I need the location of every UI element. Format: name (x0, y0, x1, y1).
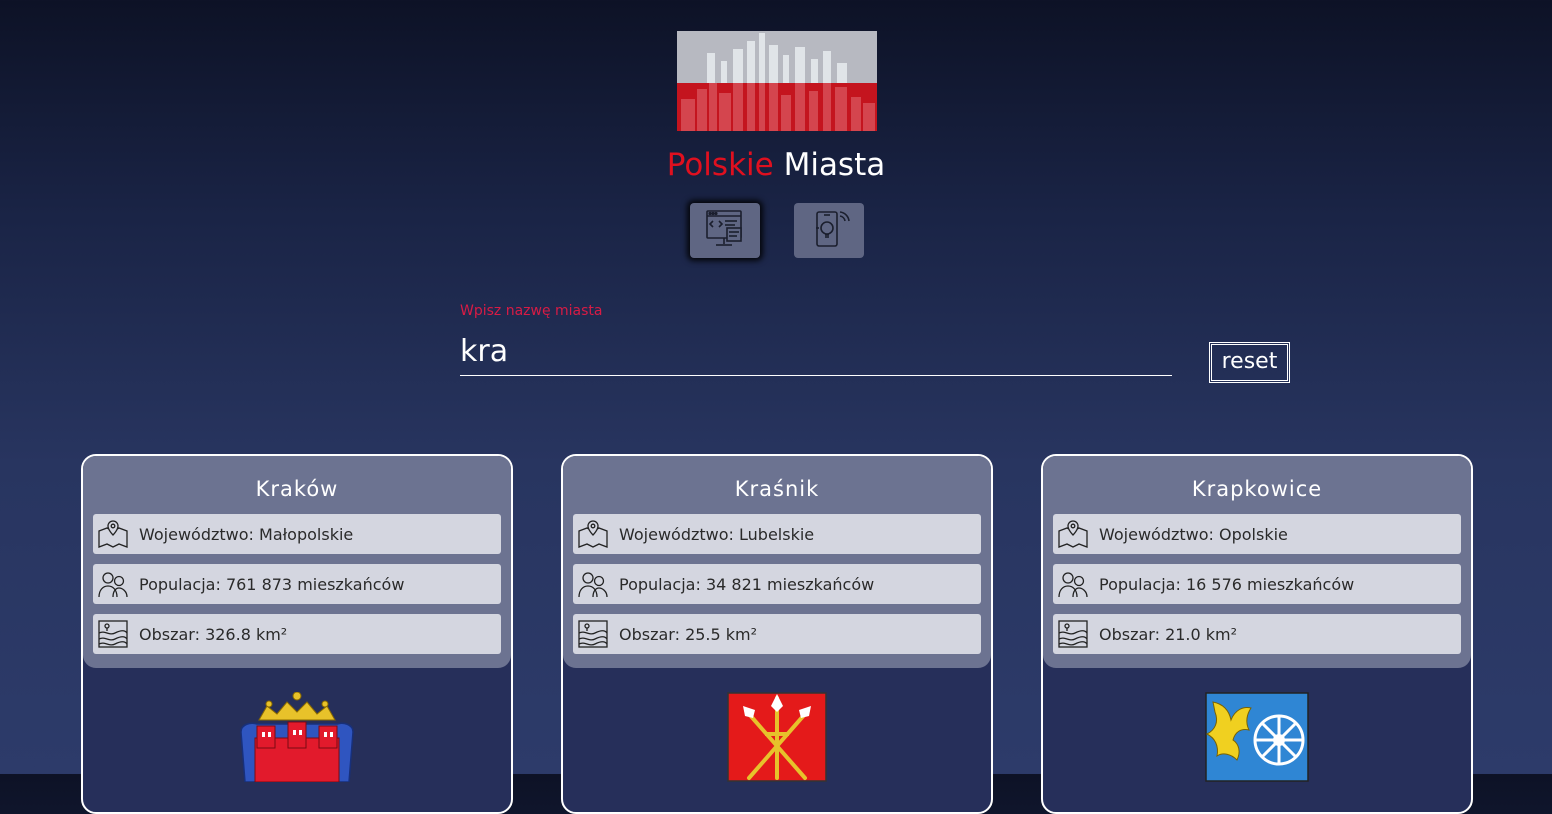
population-row: Populacja: 16 576 mieszkańców (1053, 564, 1461, 604)
population-text: Populacja: 761 873 mieszkańców (139, 574, 405, 594)
voivodeship-row: Województwo: Lubelskie (573, 514, 981, 554)
map-pin-icon (577, 518, 609, 550)
voivodeship-row: Województwo: Małopolskie (93, 514, 501, 554)
map-pin-icon (1057, 518, 1089, 550)
voivodeship-text: Województwo: Małopolskie (139, 524, 354, 544)
area-row: Obszar: 21.0 km² (1053, 614, 1461, 654)
city-card-krakow[interactable]: Kraków Województwo: Małopolskie Populacj… (81, 454, 513, 814)
city-card-header: Kraków Województwo: Małopolskie Populacj… (83, 456, 511, 668)
voivodeship-row: Województwo: Opolskie (1053, 514, 1461, 554)
area-row: Obszar: 326.8 km² (93, 614, 501, 654)
terrain-icon (97, 618, 129, 650)
krakow-coat-of-arms (83, 692, 511, 782)
area-row: Obszar: 25.5 km² (573, 614, 981, 654)
voivodeship-text: Województwo: Opolskie (1099, 524, 1288, 544)
mobile-idea-icon (807, 208, 851, 254)
poland-skyline-logo (677, 31, 877, 131)
population-text: Populacja: 16 576 mieszkańców (1099, 574, 1355, 594)
mobile-mode-button[interactable] (794, 203, 864, 258)
title-rest: Miasta (783, 147, 886, 183)
people-icon (1057, 568, 1089, 600)
city-card-krapkowice[interactable]: Krapkowice Województwo: Opolskie Populac… (1041, 454, 1473, 814)
area-text: Obszar: 25.5 km² (619, 624, 758, 644)
web-mode-button[interactable] (690, 203, 760, 258)
population-text: Populacja: 34 821 mieszkańców (619, 574, 875, 594)
terrain-icon (1057, 618, 1089, 650)
search-label: Wpisz nazwę miasta (460, 303, 603, 319)
page-title: Polskie Miasta (0, 145, 1552, 185)
terrain-icon (577, 618, 609, 650)
voivodeship-text: Województwo: Lubelskie (619, 524, 815, 544)
population-row: Populacja: 34 821 mieszkańców (573, 564, 981, 604)
krapkowice-coat-of-arms (1043, 692, 1471, 782)
city-name: Krapkowice (1191, 477, 1323, 501)
city-card-krasnik[interactable]: Kraśnik Województwo: Lubelskie Populacja… (561, 454, 993, 814)
city-card-header: Kraśnik Województwo: Lubelskie Populacja… (563, 456, 991, 668)
city-name: Kraków (255, 477, 339, 501)
area-text: Obszar: 326.8 km² (139, 624, 288, 644)
area-text: Obszar: 21.0 km² (1099, 624, 1238, 644)
people-icon (577, 568, 609, 600)
population-row: Populacja: 761 873 mieszkańców (93, 564, 501, 604)
web-code-icon (703, 208, 747, 254)
title-accent: Polskie (666, 147, 774, 183)
city-name: Kraśnik (734, 477, 820, 501)
krasnik-coat-of-arms (563, 692, 991, 782)
search-input[interactable] (460, 328, 1172, 376)
reset-button[interactable]: reset (1209, 342, 1290, 383)
map-pin-icon (97, 518, 129, 550)
people-icon (97, 568, 129, 600)
city-card-header: Krapkowice Województwo: Opolskie Populac… (1043, 456, 1471, 668)
